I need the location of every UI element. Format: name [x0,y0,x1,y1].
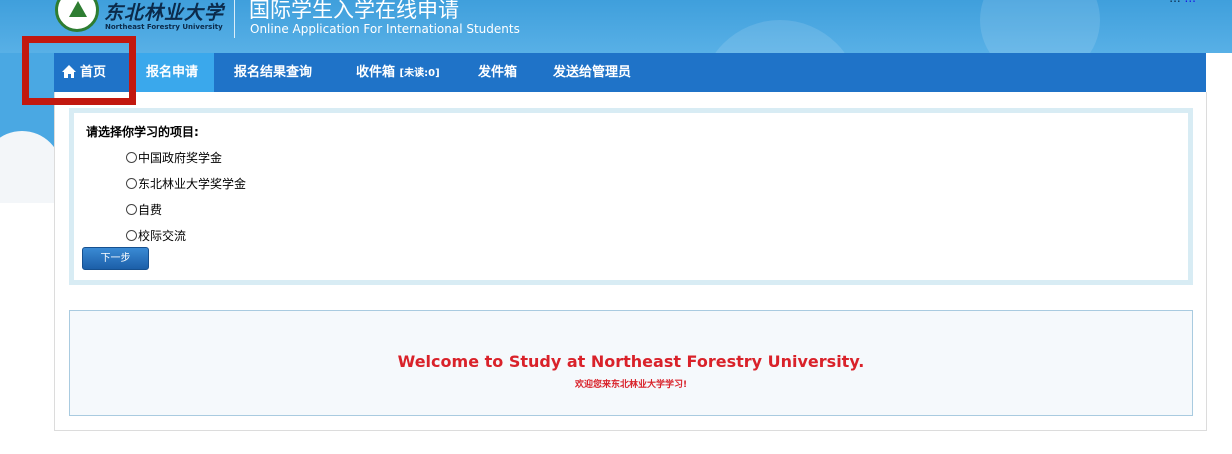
nav-send-admin[interactable]: 发送给管理员 [553,53,631,92]
header-decoration [700,20,860,53]
logo-text-cn: 东北林业大学 [104,2,225,24]
radio-option-nefu[interactable]: 东北林业大学奖学金 [126,175,246,192]
radio-option-cgs[interactable]: 中国政府奖学金 [126,149,222,166]
radio-button[interactable] [126,152,137,163]
radio-button[interactable] [126,204,137,215]
nav-home[interactable]: 首页 [60,53,112,92]
header-decoration [980,0,1100,53]
radio-option-self-funded[interactable]: 自费 [126,201,162,218]
nav-outbox[interactable]: 发件箱 [478,53,517,92]
radio-option-exchange[interactable]: 校际交流 [126,227,186,244]
welcome-text-cn: 欢迎您来东北林业大学学习! [574,380,688,390]
project-select-panel: 请选择你学习的项目: 中国政府奖学金 东北林业大学奖学金 自费 校际交流 下一步 [69,108,1193,285]
radio-label: 自费 [138,203,163,217]
nav-home-label: 首页 [80,65,107,80]
nav-result-query-label: 报名结果查询 [234,65,313,80]
form-title: 请选择你学习的项目: [86,125,199,139]
header-divider [234,0,235,38]
radio-button[interactable] [126,230,137,241]
main-navbar: 首页 报名申请 报名结果查询 收件箱 [未读:0] 发件箱 发送给管理员 [54,53,1206,92]
radio-label: 中国政府奖学金 [138,151,223,165]
site-title-en: Online Application For International Stu… [250,22,520,36]
next-step-button[interactable]: 下一步 [82,247,149,270]
university-logo-icon [55,0,99,32]
side-backdrop [0,53,60,203]
site-title-cn: 国际学生入学在线申请 [249,0,459,22]
radio-label: 校际交流 [138,229,187,243]
nav-inbox-label: 收件箱 [356,65,396,80]
unread-badge: [未读:0] [399,68,440,79]
site-header: 东北林业大学 Northeast Forestry University 国际学… [0,0,1232,53]
logo-text-en: Northeast Forestry University [105,23,223,31]
home-icon [62,65,76,78]
nav-apply-label: 报名申请 [145,65,198,80]
top-link[interactable]: ... [1169,0,1180,5]
content-card: 请选择你学习的项目: 中国政府奖学金 东北林业大学奖学金 自费 校际交流 下一步… [54,92,1207,431]
welcome-text-en: Welcome to Study at Northeast Forestry U… [397,352,865,371]
nav-result-query[interactable]: 报名结果查询 [234,53,312,92]
welcome-panel: Welcome to Study at Northeast Forestry U… [69,310,1193,416]
nav-inbox[interactable]: 收件箱 [未读:0] [356,53,440,92]
nav-outbox-label: 发件箱 [478,65,518,80]
nav-apply[interactable]: 报名申请 [130,53,214,92]
radio-button[interactable] [126,178,137,189]
nav-send-admin-label: 发送给管理员 [553,65,632,80]
top-link[interactable]: ... [1185,0,1196,5]
cloud-decoration [0,173,60,203]
radio-label: 东北林业大学奖学金 [138,177,247,191]
top-right-links[interactable]: ... ... [1169,0,1196,5]
